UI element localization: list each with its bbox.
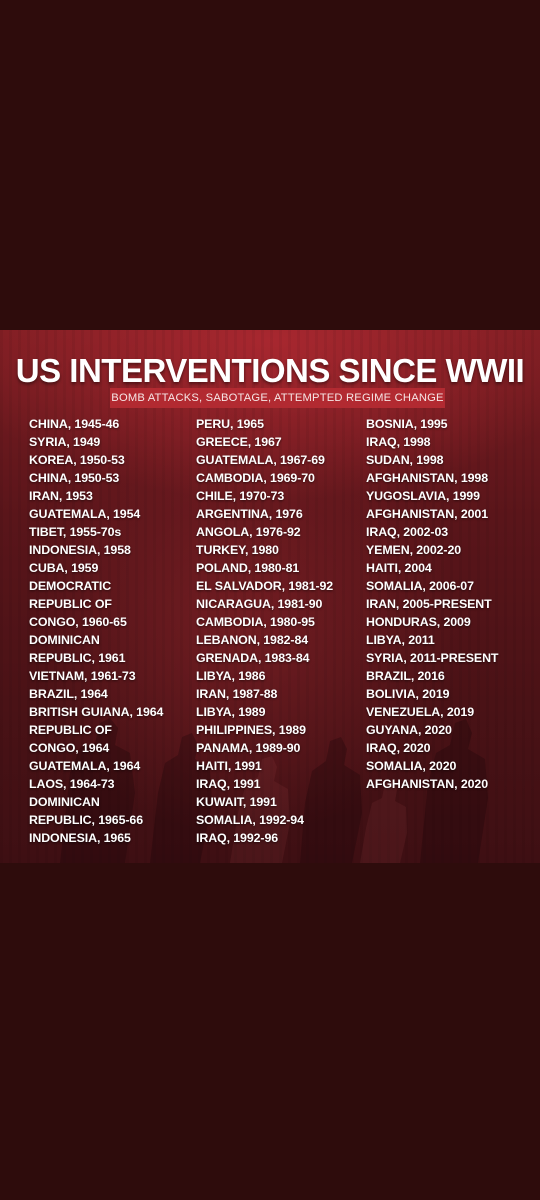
intervention-entry: TIBET, 1955-70s (29, 525, 122, 539)
intervention-entry: AFGHANISTAN, 2020 (366, 777, 489, 791)
intervention-entry: EL SALVADOR, 1981-92 (196, 579, 334, 593)
intervention-entry: TURKEY, 1980 (196, 543, 279, 557)
intervention-entry: LIBYA, 2011 (366, 633, 435, 647)
intervention-entry: PANAMA, 1989-90 (196, 741, 301, 755)
intervention-entry: DOMINICAN (29, 795, 100, 809)
intervention-entry: CONGO, 1960-65 (29, 615, 127, 629)
intervention-entry: IRAN, 1987-88 (196, 687, 278, 701)
intervention-entry: HONDURAS, 2009 (366, 615, 471, 629)
intervention-entry: INDONESIA, 1965 (29, 831, 131, 845)
intervention-column-2: PERU, 1965 GREECE, 1967 GUATEMALA, 1967-… (196, 415, 333, 847)
poster-title: US INTERVENTIONS SINCE WWII (15, 352, 525, 389)
intervention-entry: BOLIVIA, 2019 (366, 687, 450, 701)
intervention-entry: AFGHANISTAN, 1998 (366, 471, 489, 485)
intervention-entry: HAITI, 2004 (366, 561, 432, 575)
intervention-entry: NICARAGUA, 1981-90 (196, 597, 323, 611)
intervention-entry: REPUBLIC OF (29, 723, 112, 737)
intervention-entry: CAMBODIA, 1969-70 (196, 471, 315, 485)
intervention-entry: GUATEMALA, 1967-69 (196, 453, 325, 467)
intervention-entry: BRAZIL, 1964 (29, 687, 108, 701)
intervention-entry: IRAQ, 2020 (366, 741, 431, 755)
intervention-entry: SYRIA, 1949 (29, 435, 101, 449)
intervention-entry: GUATEMALA, 1964 (29, 759, 141, 773)
intervention-column-1: CHINA, 1945-46 SYRIA, 1949 KOREA, 1950-5… (29, 415, 163, 847)
intervention-entry: KUWAIT, 1991 (196, 795, 277, 809)
intervention-entry: INDONESIA, 1958 (29, 543, 131, 557)
intervention-entry: LAOS, 1964-73 (29, 777, 115, 791)
intervention-entry: PHILIPPINES, 1989 (196, 723, 306, 737)
intervention-entry: SYRIA, 2011-PRESENT (366, 651, 499, 665)
intervention-entry: SUDAN, 1998 (366, 453, 444, 467)
intervention-column-3: BOSNIA, 1995 IRAQ, 1998 SUDAN, 1998 AFGH… (366, 415, 498, 793)
intervention-entry: VENEZUELA, 2019 (366, 705, 474, 719)
intervention-entry: CONGO, 1964 (29, 741, 110, 755)
intervention-entry: DOMINICAN (29, 633, 100, 647)
intervention-entry: IRAQ, 2002-03 (366, 525, 449, 539)
intervention-entry: PERU, 1965 (196, 417, 264, 431)
intervention-entry: GUYANA, 2020 (366, 723, 452, 737)
intervention-entry: KOREA, 1950-53 (29, 453, 125, 467)
intervention-entry: SOMALIA, 2020 (366, 759, 457, 773)
intervention-entry: IRAN, 1953 (29, 489, 93, 503)
intervention-entry: GREECE, 1967 (196, 435, 282, 449)
intervention-entry: DEMOCRATIC (29, 579, 112, 593)
intervention-entry: GRENADA, 1983-84 (196, 651, 310, 665)
intervention-entry: POLAND, 1980-81 (196, 561, 300, 575)
intervention-entry: IRAN, 2005-PRESENT (366, 597, 492, 611)
intervention-entry: AFGHANISTAN, 2001 (366, 507, 489, 521)
intervention-entry: CUBA, 1959 (29, 561, 99, 575)
intervention-entry: VIETNAM, 1961-73 (29, 669, 136, 683)
intervention-entry: LEBANON, 1982-84 (196, 633, 309, 647)
intervention-entry: SOMALIA, 1992-94 (196, 813, 304, 827)
intervention-entry: REPUBLIC, 1961 (29, 651, 126, 665)
intervention-entry: GUATEMALA, 1954 (29, 507, 141, 521)
intervention-entry: IRAQ, 1998 (366, 435, 431, 449)
intervention-entry: CHINA, 1945-46 (29, 417, 120, 431)
intervention-entry: LIBYA, 1986 (196, 669, 266, 683)
intervention-entry: CHINA, 1950-53 (29, 471, 120, 485)
intervention-entry: ARGENTINA, 1976 (196, 507, 303, 521)
intervention-entry: YEMEN, 2002-20 (366, 543, 462, 557)
intervention-entry: CAMBODIA, 1980-95 (196, 615, 315, 629)
intervention-entry: BRITISH GUIANA, 1964 (29, 705, 164, 719)
intervention-entry: REPUBLIC, 1965-66 (29, 813, 143, 827)
intervention-entry: IRAQ, 1992-96 (196, 831, 279, 845)
intervention-entry: YUGOSLAVIA, 1999 (366, 489, 480, 503)
intervention-entry: REPUBLIC OF (29, 597, 112, 611)
intervention-entry: HAITI, 1991 (196, 759, 262, 773)
poster-subtitle: BOMB ATTACKS, SABOTAGE, ATTEMPTED REGIME… (110, 388, 445, 408)
intervention-entry: LIBYA, 1989 (196, 705, 266, 719)
intervention-entry: BRAZIL, 2016 (366, 669, 445, 683)
intervention-entry: BOSNIA, 1995 (366, 417, 448, 431)
intervention-poster-image: US INTERVENTIONS SINCE WWII BOMB ATTACKS… (0, 330, 540, 863)
intervention-entry: SOMALIA, 2006-07 (366, 579, 474, 593)
intervention-entry: CHILE, 1970-73 (196, 489, 285, 503)
intervention-entry: IRAQ, 1991 (196, 777, 261, 791)
intervention-entry: ANGOLA, 1976-92 (196, 525, 301, 539)
